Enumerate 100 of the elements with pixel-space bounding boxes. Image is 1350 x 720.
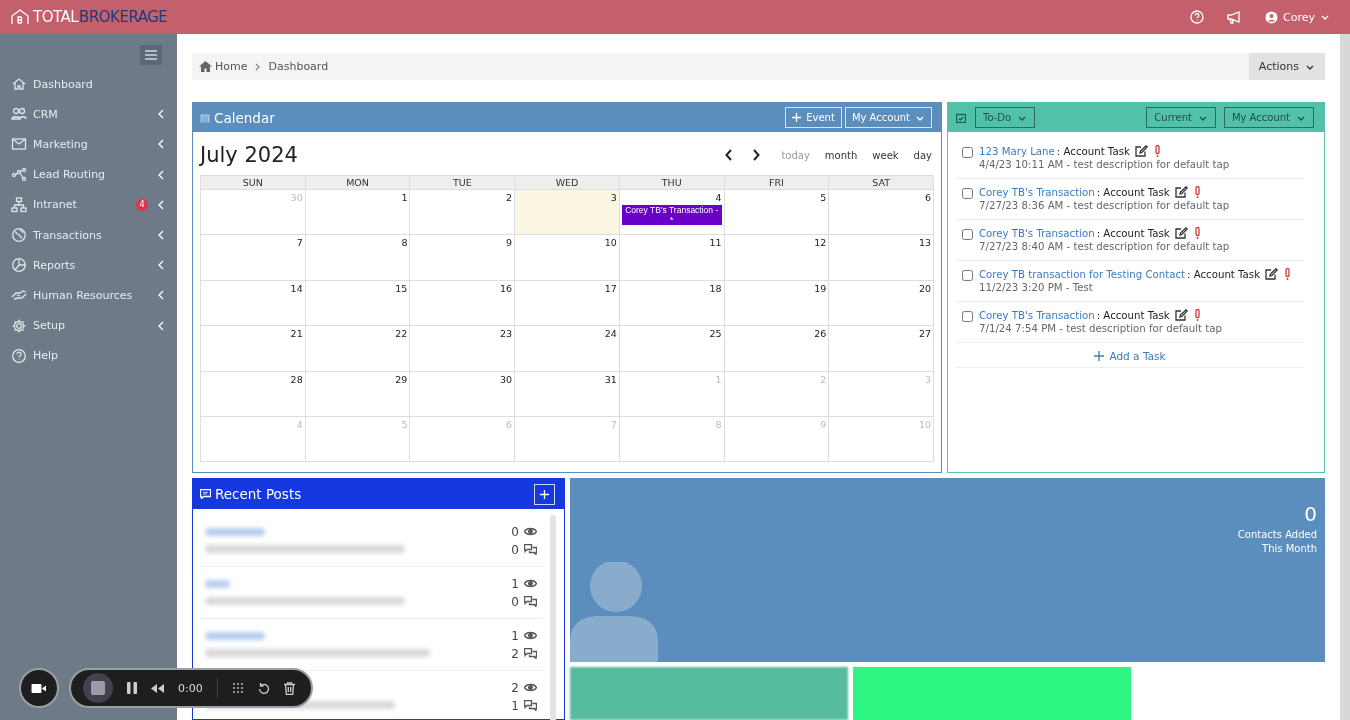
day-cell[interactable]: 5 (724, 190, 830, 236)
task-checkbox[interactable] (962, 270, 973, 281)
task-checkbox[interactable] (962, 188, 973, 199)
day-cell[interactable]: 24 (515, 326, 620, 372)
filter-dropdown[interactable]: To-Do (975, 107, 1036, 128)
day-cell[interactable]: 10 (515, 235, 620, 281)
comments-icon (524, 544, 537, 555)
view-count: 2 (511, 680, 519, 695)
day-number: 21 (290, 328, 303, 340)
task-checkbox[interactable] (962, 229, 973, 240)
home-icon (11, 76, 27, 93)
day-cell[interactable]: 27 (829, 326, 934, 372)
sidebar-item[interactable]: Help (0, 340, 177, 371)
day-cell[interactable]: 25 (619, 326, 725, 372)
day-cell[interactable]: 18 (619, 280, 725, 327)
day-cell[interactable]: 16 (410, 280, 516, 327)
sidebar-item[interactable]: Dashboard (0, 69, 177, 100)
view-button[interactable]: day (911, 149, 934, 161)
day-cell[interactable]: 6 (829, 190, 934, 236)
edit-icon[interactable] (1265, 268, 1279, 280)
next-icon[interactable] (752, 149, 761, 161)
weekday-header: TUE (410, 176, 516, 190)
day-cell[interactable]: 7 (201, 235, 306, 281)
task-checkbox[interactable] (962, 147, 973, 158)
sidebar-item[interactable]: CRM (0, 99, 177, 130)
scrollbar[interactable] (550, 515, 556, 720)
task-link[interactable]: Corey TB's Transaction (979, 227, 1095, 239)
view-button[interactable]: week (870, 149, 901, 161)
restart-icon[interactable] (257, 682, 270, 694)
stop-button[interactable] (83, 673, 113, 703)
day-cell[interactable]: 15 (305, 280, 411, 327)
day-cell[interactable]: 8 (305, 235, 411, 281)
sidebar-item[interactable]: Setup (0, 310, 177, 341)
calendar-event[interactable]: Corey TB's Transaction - * (621, 205, 722, 225)
day-cell[interactable]: 29 (305, 371, 411, 417)
sidebar-item[interactable]: Lead Routing (0, 159, 177, 190)
task-type: : Account Task (1096, 227, 1170, 239)
status-dropdown[interactable]: Current (1146, 107, 1216, 128)
pie-chart-icon (11, 257, 27, 274)
day-cell[interactable]: 28 (201, 371, 306, 417)
comment-count: 0 (511, 542, 519, 557)
add-post-button[interactable] (534, 483, 555, 505)
sidebar-item[interactable]: Intranet 4 (0, 189, 177, 220)
day-cell[interactable]: 11 (619, 235, 725, 281)
day-cell[interactable]: 13 (829, 235, 934, 281)
actions-button[interactable]: Actions (1248, 53, 1325, 80)
sidebar-item[interactable]: Reports (0, 250, 177, 281)
day-cell[interactable]: 1 (305, 190, 411, 236)
view-button[interactable]: month (822, 149, 860, 161)
day-number: 10 (918, 418, 931, 430)
task-link[interactable]: Corey TB's Transaction (979, 309, 1095, 321)
pause-icon[interactable] (127, 682, 137, 694)
priority-icon (1285, 268, 1291, 280)
day-cell[interactable]: 22 (305, 326, 411, 372)
recording-time: 0:00 (178, 681, 203, 695)
task-link[interactable]: Corey TB transaction for Testing Contact (979, 268, 1186, 280)
account-dropdown[interactable]: My Account (844, 107, 932, 128)
edit-icon[interactable] (1174, 186, 1188, 198)
task-checkbox[interactable] (962, 311, 973, 322)
grid-dots-icon[interactable] (231, 682, 244, 694)
scrollbar[interactable] (1340, 34, 1350, 720)
edit-icon[interactable] (1134, 145, 1148, 157)
day-cell[interactable]: 23 (410, 326, 516, 372)
day-number: 23 (500, 328, 513, 340)
day-number: 13 (918, 237, 931, 249)
day-number: 18 (709, 282, 722, 294)
add-event-button[interactable]: Event (785, 107, 842, 128)
sidebar-item[interactable]: Transactions (0, 219, 177, 251)
menu-icon[interactable] (140, 45, 162, 65)
day-cell[interactable]: 12 (724, 235, 830, 281)
breadcrumb-link[interactable]: Home (199, 60, 248, 73)
edit-icon[interactable] (1174, 227, 1188, 239)
day-cell[interactable]: 20 (829, 280, 934, 327)
day-cell[interactable]: 31 (515, 371, 620, 417)
day-cell[interactable]: 3 (515, 190, 620, 236)
day-cell[interactable]: 19 (724, 280, 830, 327)
account-dropdown[interactable]: My Account (1223, 107, 1314, 128)
sidebar-item[interactable]: Marketing (0, 129, 177, 160)
plus-icon (792, 113, 802, 122)
rewind-icon[interactable] (151, 683, 164, 693)
task-link[interactable]: 123 Mary Lane (979, 145, 1055, 157)
add-task-link[interactable]: Add a Task (1094, 350, 1166, 362)
day-number: 6 (506, 418, 513, 430)
weekday-header: SAT (829, 176, 934, 190)
previous-icon[interactable] (725, 149, 734, 161)
task-link[interactable]: Corey TB's Transaction (979, 186, 1095, 198)
day-cell[interactable]: 30 (410, 371, 516, 417)
sidebar-item[interactable]: Human Resources (0, 280, 177, 311)
trash-icon[interactable] (283, 681, 295, 695)
day-cell[interactable]: 21 (201, 326, 306, 372)
day-cell[interactable]: 26 (724, 326, 830, 372)
day-cell[interactable]: 14 (201, 280, 306, 327)
day-cell[interactable]: 4 Corey TB's Transaction - * (619, 190, 725, 236)
chevron-left-icon (158, 260, 164, 271)
edit-icon[interactable] (1174, 309, 1188, 321)
home-icon (199, 61, 212, 72)
day-cell[interactable]: 9 (410, 235, 516, 281)
day-cell[interactable]: 17 (515, 280, 620, 327)
help-icon[interactable] (1190, 10, 1205, 24)
user-menu[interactable]: Corey (1265, 10, 1330, 24)
